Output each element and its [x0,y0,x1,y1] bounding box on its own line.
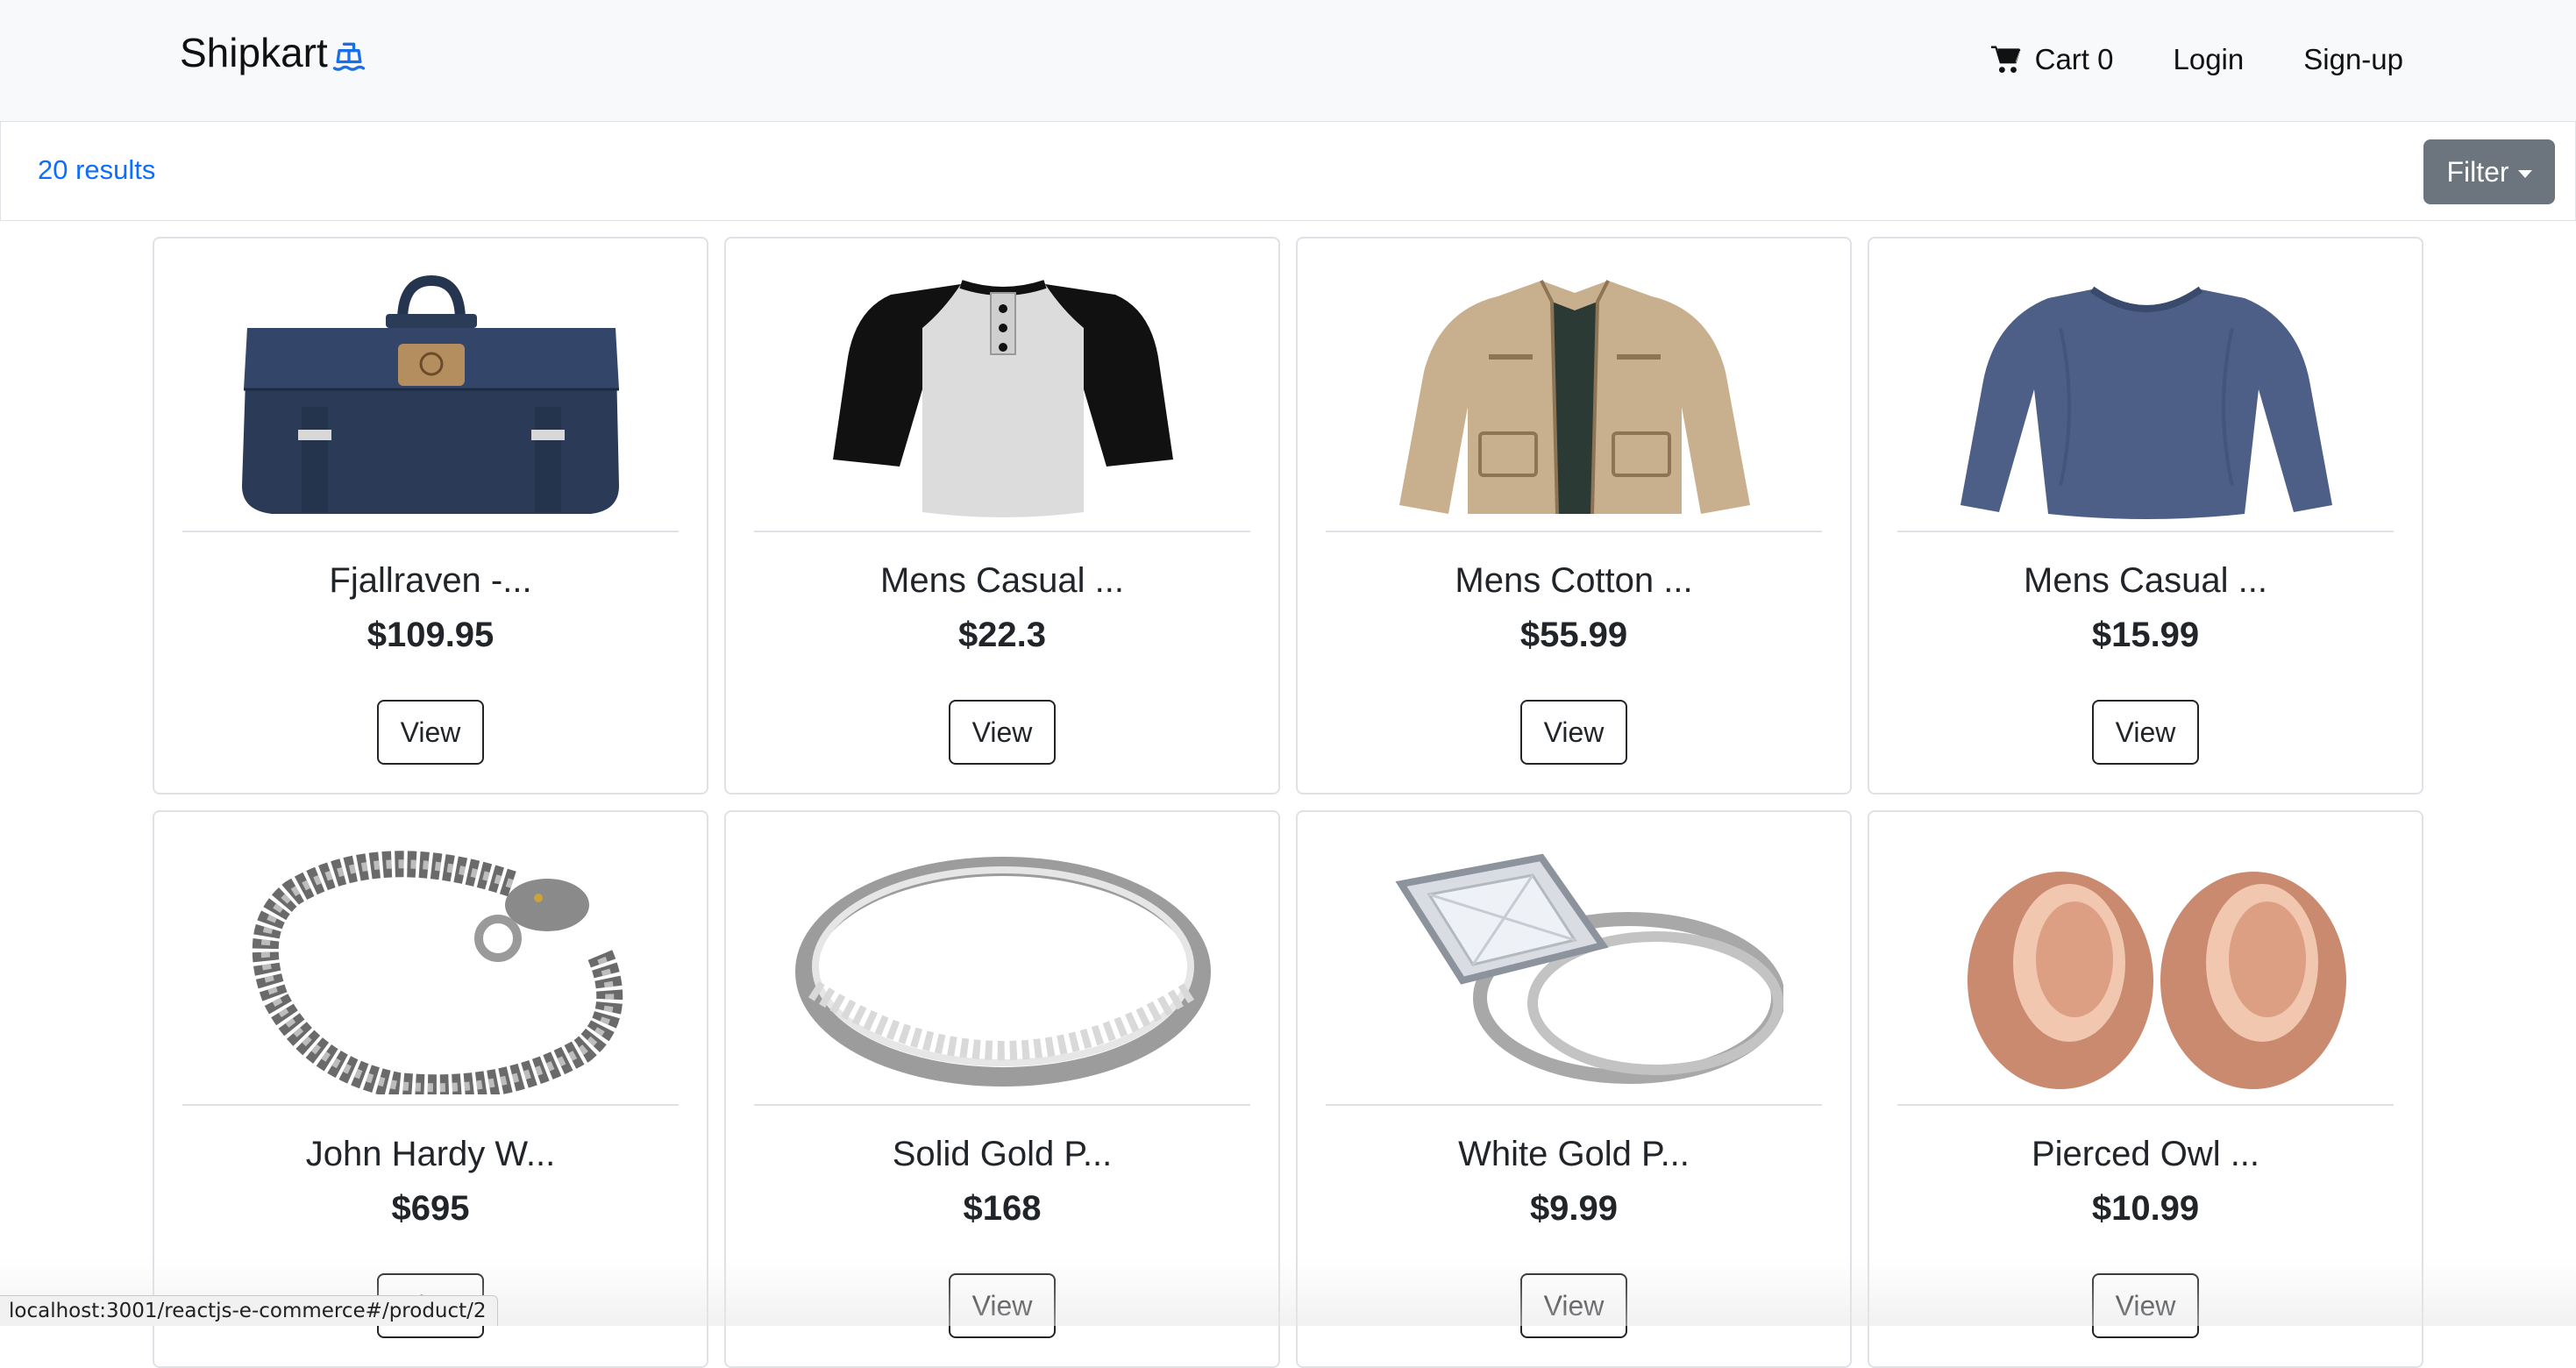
product-card: White Gold P... $9.99 View [1296,810,1852,1368]
product-card: Mens Casual ... $22.3 View [724,237,1280,794]
card-divider [1326,1104,1822,1106]
product-title: Mens Cotton ... [1455,561,1693,600]
card-divider [182,531,679,532]
signup-link[interactable]: Sign-up [2303,43,2403,76]
product-image-raglan-tshirt [794,275,1212,521]
cart-icon [1989,45,2023,75]
product-image-silver-ring [794,849,1212,1094]
product-price: $695 [391,1189,470,1228]
product-grid: Fjallraven -... $109.95 View Mens Casual… [153,237,2423,1368]
navbar: Shipkart Cart 0 Login Sign-up [0,0,2576,121]
link-status-bar: localhost:3001/reactjs-e-commerce#/produ… [0,1295,498,1326]
product-title: Pierced Owl ... [2031,1135,2260,1173]
product-title: Fjallraven -... [329,561,532,600]
brand-name[interactable]: Shipkart [180,29,328,76]
product-card: Solid Gold P... $168 View [724,810,1280,1368]
product-price: $9.99 [1529,1189,1619,1228]
product-image-longsleeve-shirt [1938,275,2355,521]
product-image-backpack [223,275,640,521]
product-image-dragon-bracelet [223,849,640,1094]
results-count: 20 results [38,154,156,185]
product-price: $10.99 [2091,1189,2200,1228]
card-divider [1897,1104,2394,1106]
product-title: Solid Gold P... [892,1135,1113,1173]
ship-icon [330,38,368,76]
product-price: $109.95 [366,616,495,654]
product-title: White Gold P... [1458,1135,1690,1173]
card-divider [182,1104,679,1106]
product-title: Mens Casual ... [2024,561,2267,600]
view-product-button[interactable]: View [377,700,484,765]
view-product-button[interactable]: View [949,700,1056,765]
product-price: $22.3 [957,616,1047,654]
card-divider [1326,531,1822,532]
view-product-button[interactable]: View [1520,1273,1627,1338]
view-product-button[interactable]: View [1520,700,1627,765]
nav-links: Cart 0 Login Sign-up [1989,37,2403,82]
product-card: Mens Casual ... $15.99 View [1868,237,2423,794]
cart-link[interactable]: Cart 0 [1989,43,2114,76]
product-image-rose-gold-plugs [1938,849,2355,1094]
product-price: $15.99 [2091,616,2200,654]
card-divider [1897,531,2394,532]
brand-logo[interactable]: Shipkart [180,26,368,79]
view-product-button[interactable]: View [2092,1273,2199,1338]
product-title: John Hardy W... [305,1135,556,1173]
product-card: John Hardy W... $695 View [153,810,708,1368]
card-divider [754,1104,1250,1106]
product-card: Mens Cotton ... $55.99 View [1296,237,1852,794]
product-card: Pierced Owl ... $10.99 View [1868,810,2423,1368]
view-product-button[interactable]: View [949,1273,1056,1338]
product-price: $55.99 [1519,616,1628,654]
login-link[interactable]: Login [2174,43,2245,76]
product-image-diamond-ring-set [1366,849,1783,1094]
cart-label: Cart 0 [2034,43,2114,75]
results-bar: 20 results Filter [0,121,2576,221]
product-image-cotton-jacket [1366,275,1783,521]
view-product-button[interactable]: View [2092,700,2199,765]
product-title: Mens Casual ... [880,561,1124,600]
filter-dropdown-button[interactable]: Filter [2423,139,2555,204]
card-divider [754,531,1250,532]
product-card: Fjallraven -... $109.95 View [153,237,708,794]
caret-down-icon [2517,169,2532,178]
product-price: $168 [963,1189,1042,1228]
filter-label: Filter [2446,155,2509,188]
